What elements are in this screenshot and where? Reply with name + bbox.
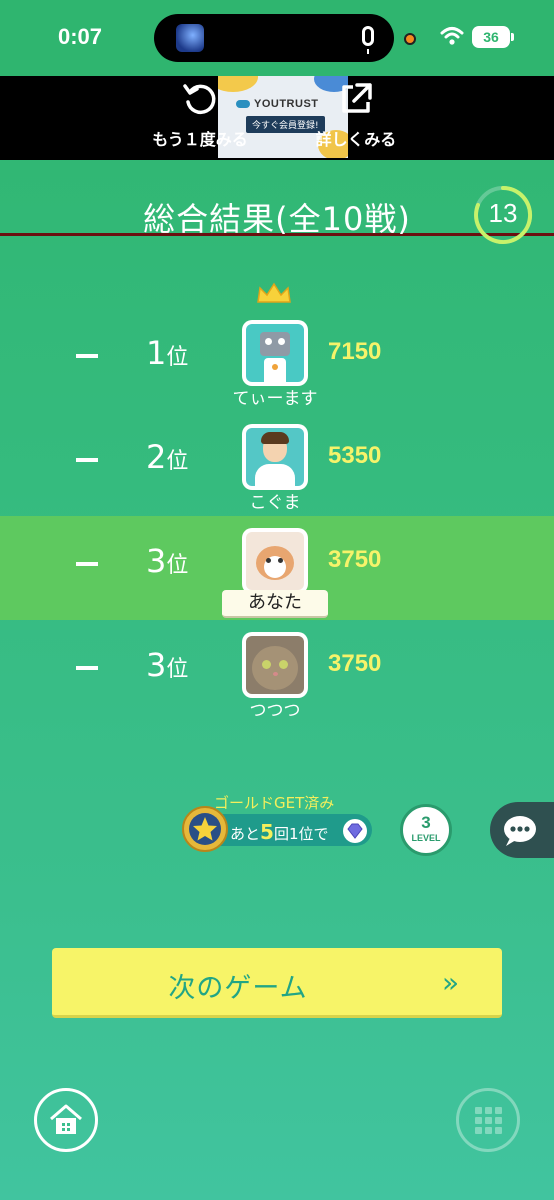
player-score: 5350 — [328, 442, 382, 469]
ranking-row-4: 3位 つつつ 3750 — [0, 620, 554, 724]
chat-icon — [504, 816, 536, 846]
cat-avatar — [246, 636, 304, 694]
replay-label: もう１度みる — [152, 130, 248, 149]
ranking-row-2: 2位 こぐま 5350 — [0, 412, 554, 516]
rank-change-dash — [76, 354, 98, 358]
robot-avatar — [246, 324, 304, 382]
menu-grid-button[interactable] — [456, 1088, 520, 1152]
wifi-icon — [440, 27, 464, 45]
diamond-icon — [343, 819, 367, 843]
player-score: 3750 — [328, 546, 382, 573]
rank-progress-text: あと5回1位で — [230, 820, 329, 844]
ad-banner[interactable]: YOUTRUST 今すぐ会員登録! もう１度みる 詳しくみる — [0, 76, 554, 236]
status-bar: 0:07 36 — [0, 0, 554, 76]
chat-button[interactable] — [490, 802, 554, 858]
external-link-icon — [342, 83, 372, 113]
replay-icon — [183, 84, 216, 115]
rank-change-dash — [76, 562, 98, 566]
player-score: 7150 — [328, 338, 382, 365]
rank-position: 2位 — [146, 438, 189, 476]
rank-position: 3位 — [146, 646, 189, 684]
home-button[interactable] — [34, 1088, 98, 1152]
ranking-row-3-self: 3位 あなた 3750 — [0, 516, 554, 620]
double-chevron-right-icon: » — [442, 966, 460, 999]
status-time: 0:07 — [58, 24, 103, 49]
next-game-label: 次のゲーム — [168, 973, 308, 1004]
player-avatar — [242, 528, 308, 594]
crown-icon — [257, 282, 291, 303]
detail-button[interactable]: 詳しくみる — [296, 80, 416, 150]
rank-position: 1位 — [146, 334, 189, 372]
level-badge[interactable]: 3 LEVEL — [400, 804, 452, 856]
person-avatar — [246, 428, 304, 486]
grid-icon — [475, 1107, 502, 1134]
player-name: つつつ — [249, 701, 301, 721]
mic-icon — [362, 26, 374, 54]
rank-change-dash — [76, 458, 98, 462]
replay-button[interactable]: もう１度みる — [140, 80, 260, 150]
battery-indicator: 36 — [472, 26, 514, 48]
now-playing-thumbnail — [176, 24, 204, 52]
countdown-timer: 13 — [472, 184, 534, 246]
player-avatar — [242, 632, 308, 698]
timer-value: 13 — [488, 198, 518, 228]
dynamic-island — [154, 14, 394, 62]
gold-status-label: ゴールドGET済み — [214, 794, 335, 812]
player-name-self: あなた — [222, 590, 328, 618]
ranking-row-1: 1位 てぃーます 7150 — [0, 282, 554, 412]
home-icon — [50, 1104, 82, 1134]
player-name: こぐま — [249, 493, 301, 513]
next-game-button[interactable]: 次のゲーム » — [52, 948, 502, 1018]
recording-indicator — [404, 33, 416, 45]
player-avatar — [242, 424, 308, 490]
rank-position: 3位 — [146, 542, 189, 580]
player-name: てぃーます — [232, 389, 318, 409]
player-score: 3750 — [328, 650, 382, 677]
results-title: 総合結果(全10戦) — [143, 200, 411, 238]
medal-icon — [182, 806, 228, 852]
player-avatar — [242, 320, 308, 386]
kitten-avatar — [246, 532, 304, 590]
rank-change-dash — [76, 666, 98, 670]
detail-label: 詳しくみる — [315, 130, 397, 149]
